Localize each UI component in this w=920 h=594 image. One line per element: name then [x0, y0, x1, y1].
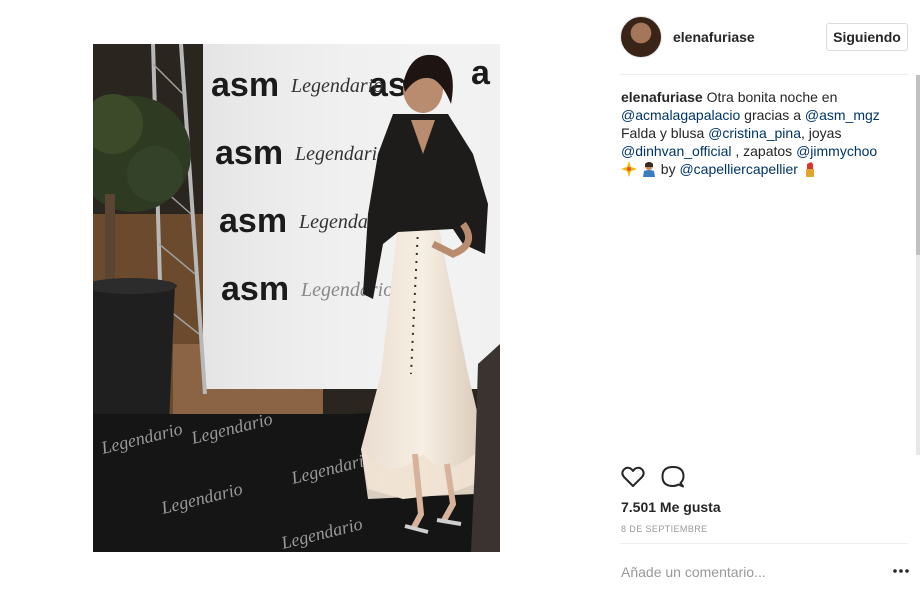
post-photo-image: asm asm asm asm asm a Legendario Legenda… — [93, 44, 500, 552]
caption-text: Falda y blusa — [621, 125, 709, 141]
comment-divider — [620, 543, 908, 544]
comment-bubble-icon[interactable] — [660, 464, 686, 490]
post-date[interactable]: 8 DE SEPTIEMBRE — [621, 524, 708, 534]
svg-text:Legendario: Legendario — [294, 143, 387, 165]
mention-link[interactable]: @jimmychoo — [796, 143, 877, 159]
post-actions — [620, 464, 740, 490]
caption-username[interactable]: elenafuriase — [621, 89, 703, 105]
mention-link[interactable]: @cristina_pina — [708, 125, 801, 141]
mention-link[interactable]: @asm_mgz — [805, 107, 880, 123]
photo-column: asm asm asm asm asm a Legendario Legenda… — [0, 0, 600, 594]
mention-link[interactable]: @dinhvan_official — [621, 143, 731, 159]
sparkle-emoji-icon — [621, 161, 637, 177]
caption-text: Otra bonita noche en — [702, 89, 838, 105]
following-button[interactable]: Siguiendo — [826, 23, 908, 51]
svg-text:Legendario: Legendario — [300, 279, 393, 301]
post-sidebar: elenafuriase Siguiendo elenafuriase Otra… — [600, 0, 920, 594]
banner-logo-legendario: Legendario — [290, 75, 383, 97]
post-caption: elenafuriase Otra bonita noche en @acmal… — [621, 88, 901, 178]
post-photo[interactable]: asm asm asm asm asm a Legendario Legenda… — [93, 44, 500, 552]
caption-text: , joyas — [800, 125, 842, 141]
more-options-icon[interactable] — [892, 563, 910, 579]
avatar[interactable] — [620, 16, 662, 58]
post-header: elenafuriase Siguiendo — [620, 16, 910, 58]
woman-gesturing-emoji-icon — [642, 162, 655, 177]
likes-count[interactable]: 7.501 Me gusta — [621, 499, 721, 515]
mention-link[interactable]: @acmalagapalacio — [621, 107, 740, 123]
svg-text:asm: asm — [221, 270, 289, 308]
banner-logo-asm: asm — [211, 66, 279, 104]
lipstick-emoji-icon — [805, 162, 814, 177]
svg-text:asm: asm — [219, 202, 287, 240]
comment-input[interactable] — [621, 562, 871, 582]
header-username[interactable]: elenafuriase — [673, 29, 755, 45]
svg-text:a: a — [471, 54, 491, 92]
header-divider — [620, 74, 908, 75]
caption-text: , zapatos — [731, 143, 797, 159]
caption-text: gracias a — [740, 107, 805, 123]
heart-icon[interactable] — [620, 464, 646, 490]
caption-text: by — [656, 161, 680, 177]
svg-text:asm: asm — [215, 134, 283, 172]
caption-scrollbar-thumb[interactable] — [916, 75, 920, 255]
mention-link[interactable]: @capelliercapellier — [679, 161, 798, 177]
